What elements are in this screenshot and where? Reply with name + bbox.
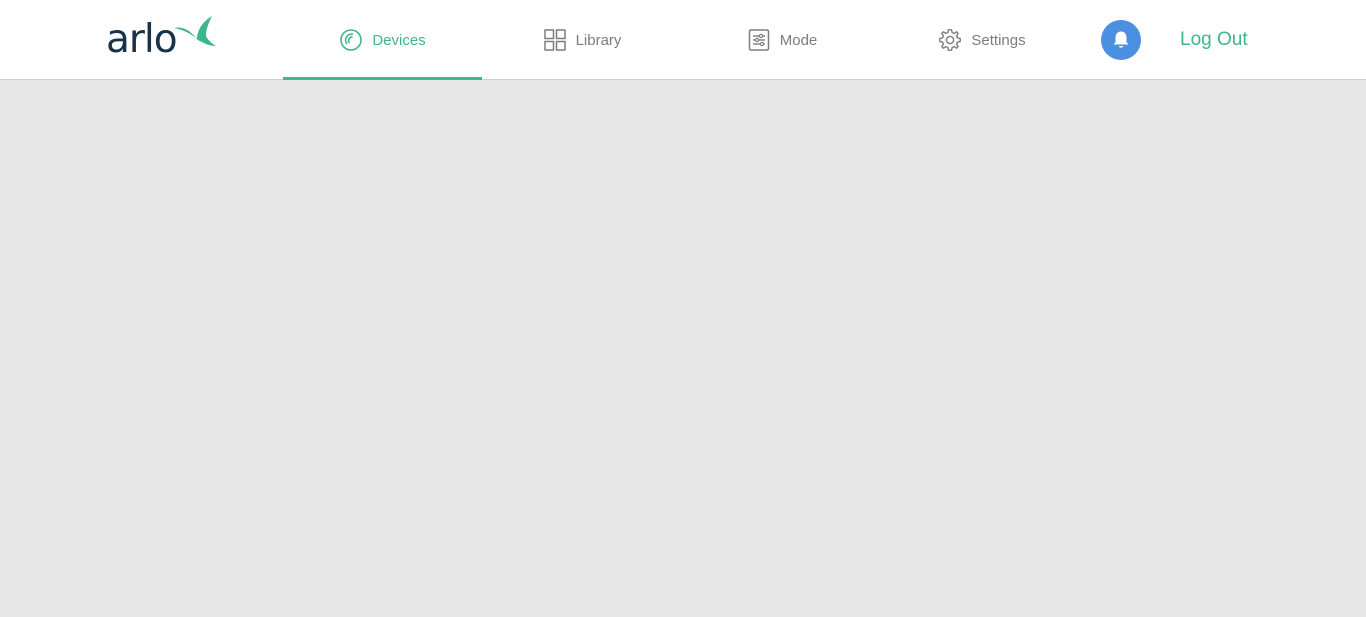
bird-icon: [174, 16, 216, 46]
logout-link[interactable]: Log Out: [1180, 28, 1248, 52]
devices-icon: [340, 29, 363, 51]
tab-mode-label: Mode: [779, 31, 818, 49]
tab-library[interactable]: Library: [482, 0, 682, 80]
gear-icon: [939, 29, 962, 51]
tab-devices[interactable]: Devices: [283, 0, 482, 81]
tab-mode[interactable]: Mode: [682, 0, 882, 80]
arlo-logo[interactable]: arlo: [106, 12, 216, 66]
notifications-button[interactable]: [1101, 20, 1141, 60]
logo-wordmark: arlo: [106, 17, 178, 62]
bell-icon: [1113, 31, 1129, 48]
top-navigation-bar: arlo Devices Library Mode Settings Log O…: [0, 0, 1366, 81]
tab-devices-label: Devices: [372, 31, 426, 49]
mode-icon: [748, 29, 769, 51]
tab-settings-label: Settings: [971, 31, 1026, 49]
tab-library-label: Library: [575, 31, 622, 49]
main-content-area: [0, 80, 1366, 617]
grid-icon: [543, 29, 566, 51]
tab-settings[interactable]: Settings: [882, 0, 1082, 80]
